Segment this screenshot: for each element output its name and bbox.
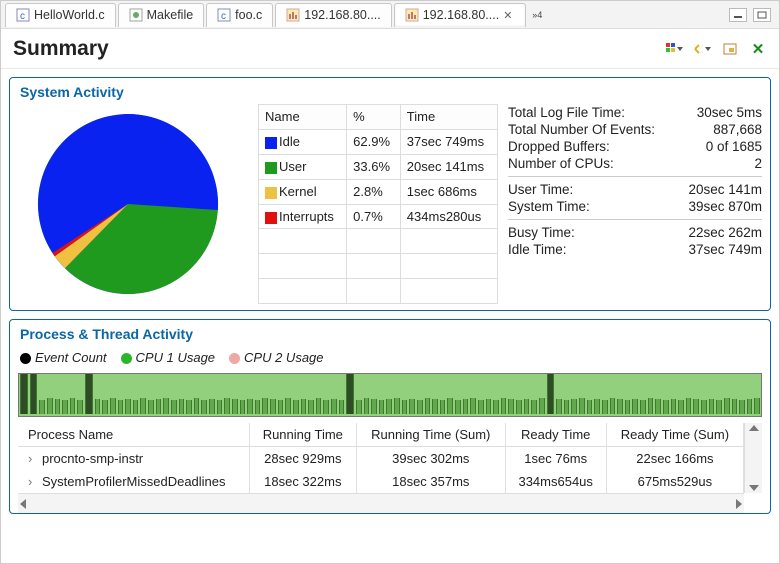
stat-value: 22sec 262m — [688, 225, 762, 240]
swatch-kernel — [265, 187, 277, 199]
filters-icon[interactable] — [665, 41, 683, 57]
tab-label: HelloWorld.c — [34, 8, 105, 22]
svg-text:c: c — [221, 11, 226, 22]
stat-label: Idle Time: — [508, 242, 567, 257]
stat-value: 39sec 870m — [688, 199, 762, 214]
panel-title: Process & Thread Activity — [18, 326, 762, 346]
timeline-legend: Event Count CPU 1 Usage CPU 2 Usage — [18, 346, 762, 373]
scroll-left-icon[interactable] — [20, 499, 26, 509]
legend-row[interactable]: Interrupts0.7%434ms280us — [259, 204, 498, 229]
close-view-icon[interactable]: ✕ — [749, 41, 767, 57]
process-table: Process Name Running Time Running Time (… — [18, 423, 744, 493]
tab-overflow-button[interactable]: »4 — [532, 10, 542, 20]
tab-label: 192.168.80.... — [304, 8, 380, 22]
tab-helloworld[interactable]: c HelloWorld.c — [5, 3, 116, 27]
col-running-time[interactable]: Running Time — [249, 423, 356, 447]
swatch-idle — [265, 137, 277, 149]
tab-trace-2[interactable]: 192.168.80.... ✕ — [394, 3, 526, 27]
system-activity-panel: System Activity Name % Time Idle62.9%37s… — [9, 77, 771, 311]
overflow-count: 4 — [537, 10, 542, 20]
horizontal-scrollbar[interactable] — [18, 493, 744, 513]
editor-tabbar: c HelloWorld.c Makefile c foo.c 192.168.… — [1, 1, 779, 29]
swatch-interrupts — [265, 212, 277, 224]
dot-cpu2 — [229, 353, 240, 364]
page-title: Summary — [13, 37, 109, 61]
vertical-scrollbar[interactable] — [744, 423, 762, 493]
legend-header-time[interactable]: Time — [400, 105, 497, 130]
legend-table: Name % Time Idle62.9%37sec 749ms User33.… — [258, 104, 498, 304]
legend-header-name[interactable]: Name — [259, 105, 347, 130]
dot-event-count — [20, 353, 31, 364]
scroll-right-icon[interactable] — [736, 499, 742, 509]
table-row[interactable]: ›procnto-smp-instr 28sec 929ms 39sec 302… — [18, 447, 744, 471]
chevron-down-icon — [677, 47, 683, 51]
stat-label: Busy Time: — [508, 225, 575, 240]
c-file-icon: c — [217, 8, 231, 22]
col-ready-sum[interactable]: Ready Time (Sum) — [606, 423, 743, 447]
stat-value: 20sec 141m — [688, 182, 762, 197]
swatch-user — [265, 162, 277, 174]
stat-label: System Time: — [508, 199, 590, 214]
stat-value: 37sec 749m — [688, 242, 762, 257]
trace-icon — [405, 8, 419, 22]
scroll-up-icon[interactable] — [749, 425, 759, 431]
col-running-sum[interactable]: Running Time (Sum) — [356, 423, 505, 447]
process-thread-panel: Process & Thread Activity Event Count CP… — [9, 319, 771, 514]
trace-icon — [286, 8, 300, 22]
tab-foo[interactable]: c foo.c — [206, 3, 273, 27]
legend-row[interactable]: User33.6%20sec 141ms — [259, 154, 498, 179]
svg-text:c: c — [20, 11, 25, 22]
tab-trace-1[interactable]: 192.168.80.... — [275, 3, 391, 27]
stat-value: 2 — [754, 156, 762, 171]
makefile-icon — [129, 8, 143, 22]
stat-label: User Time: — [508, 182, 573, 197]
table-row[interactable]: ›SystemProfilerMissedDeadlines 18sec 322… — [18, 470, 744, 493]
summary-toolbar: Summary ✕ — [1, 29, 779, 69]
tab-label: Makefile — [147, 8, 194, 22]
legend-header-percent[interactable]: % — [347, 105, 401, 130]
c-file-icon: c — [16, 8, 30, 22]
stat-value: 0 of 1685 — [706, 139, 762, 154]
stat-label: Total Number Of Events: — [508, 122, 655, 137]
panel-title: System Activity — [18, 84, 762, 104]
chevron-down-icon — [705, 47, 711, 51]
stat-value: 30sec 5ms — [697, 105, 762, 120]
dot-cpu1 — [121, 353, 132, 364]
stat-label: Total Log File Time: — [508, 105, 625, 120]
tab-label: 192.168.80.... — [423, 8, 499, 22]
link-editor-icon[interactable] — [693, 41, 711, 57]
options-icon[interactable] — [721, 41, 739, 57]
col-process-name[interactable]: Process Name — [18, 423, 249, 447]
tab-label: foo.c — [235, 8, 262, 22]
close-icon[interactable]: ✕ — [503, 9, 515, 21]
timeline-chart[interactable] — [18, 373, 762, 417]
maximize-view-button[interactable] — [753, 8, 771, 22]
stat-label: Dropped Buffers: — [508, 139, 610, 154]
legend-row[interactable]: Kernel2.8%1sec 686ms — [259, 179, 498, 204]
col-ready-time[interactable]: Ready Time — [505, 423, 606, 447]
expander-icon[interactable]: › — [28, 474, 38, 489]
minimize-view-button[interactable] — [729, 8, 747, 22]
scroll-down-icon[interactable] — [749, 485, 759, 491]
expander-icon[interactable]: › — [28, 451, 38, 466]
legend-row[interactable]: Idle62.9%37sec 749ms — [259, 129, 498, 154]
stat-value: 887,668 — [713, 122, 762, 137]
stat-label: Number of CPUs: — [508, 156, 614, 171]
tab-makefile[interactable]: Makefile — [118, 3, 205, 27]
stats-block: Total Log File Time: 30sec 5ms Total Numb… — [508, 104, 762, 304]
pie-chart — [18, 104, 248, 304]
